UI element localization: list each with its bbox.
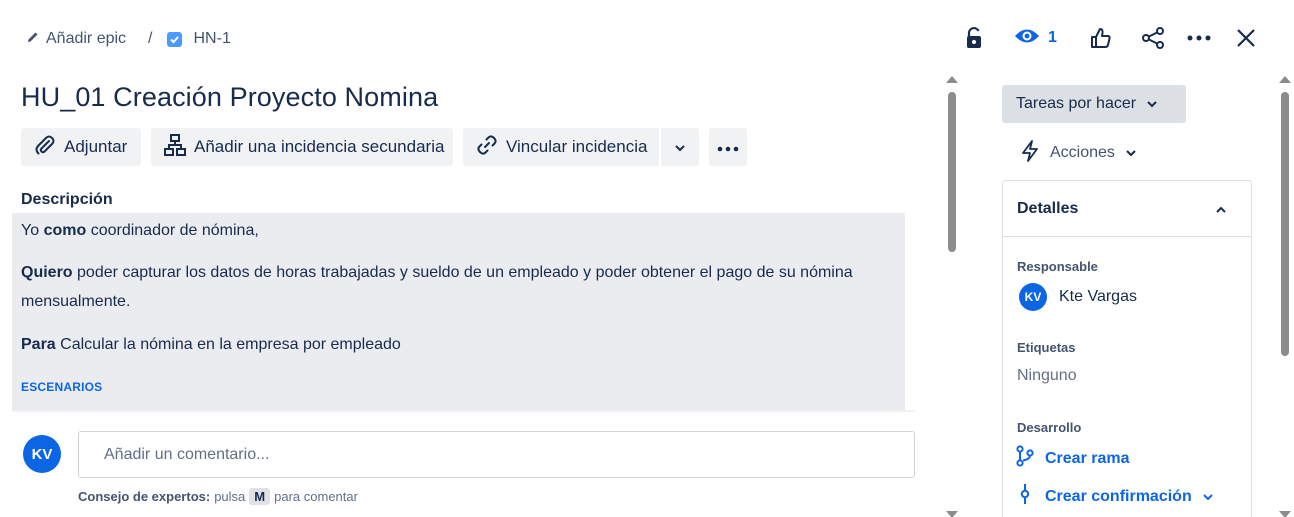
description-divider xyxy=(12,410,915,412)
chevron-down-icon xyxy=(674,137,686,157)
chevron-down-icon xyxy=(1125,144,1137,162)
text-line3-rest: Calcular la nómina en la empresa por emp… xyxy=(60,336,401,353)
tip-post: para comentar xyxy=(274,489,358,504)
attach-button[interactable]: Adjuntar xyxy=(21,128,141,166)
assignee-label: Responsable xyxy=(1017,259,1098,274)
text-yo: Yo xyxy=(21,222,40,239)
link-issue-label: Vincular incidencia xyxy=(506,137,648,156)
chevron-down-icon xyxy=(1146,95,1158,113)
tip-pre: pulsa xyxy=(214,489,246,504)
hierarchy-icon xyxy=(164,133,186,161)
more-icon xyxy=(717,137,739,157)
text-line2-rest: poder capturar los datos de horas trabaj… xyxy=(77,264,853,281)
close-icon[interactable] xyxy=(1232,22,1260,54)
create-branch-label: Crear rama xyxy=(1045,449,1130,467)
description-content[interactable]: Yo como coordinador de nómina, Quiero po… xyxy=(12,213,905,410)
actions-button[interactable]: Acciones xyxy=(1020,139,1137,167)
scroll-thumb[interactable] xyxy=(1281,92,1289,356)
labels-value[interactable]: Ninguno xyxy=(1017,367,1077,385)
breadcrumb: Añadir epic / HN-1 xyxy=(26,28,231,50)
create-branch-link[interactable]: Crear rama xyxy=(1015,445,1130,472)
avatar: KV xyxy=(1019,283,1047,311)
link-issue-button[interactable]: Vincular incidencia xyxy=(463,128,659,166)
scroll-up-icon[interactable] xyxy=(946,76,958,83)
scenarios-heading: ESCENARIOS xyxy=(21,380,103,394)
details-header[interactable]: Detalles xyxy=(1003,181,1251,237)
text-line1-rest: coordinador de nómina, xyxy=(90,222,259,239)
watchers-count: 1 xyxy=(1048,29,1057,46)
create-commit-link[interactable]: Crear confirmación xyxy=(1015,483,1214,510)
scroll-down-icon[interactable] xyxy=(1279,511,1291,517)
status-dropdown[interactable]: Tareas por hacer xyxy=(1002,85,1186,123)
share-icon[interactable] xyxy=(1138,22,1168,54)
chevron-up-icon[interactable] xyxy=(1215,201,1227,219)
description-heading: Descripción xyxy=(21,191,113,208)
status-label: Tareas por hacer xyxy=(1016,95,1137,112)
description-line-2: Quiero poder capturar los datos de horas… xyxy=(21,258,853,316)
text-para: Para xyxy=(21,336,56,353)
assignee-name: Kte Vargas xyxy=(1059,288,1137,305)
labels-label: Etiquetas xyxy=(1017,340,1076,355)
branch-icon xyxy=(1015,445,1035,472)
comment-tip: Consejo de expertos: pulsa M para coment… xyxy=(78,488,358,505)
text-quiero: Quiero xyxy=(21,264,73,281)
chevron-down-icon xyxy=(1202,488,1214,506)
actions-label: Acciones xyxy=(1050,144,1115,161)
issue-key-link[interactable]: HN-1 xyxy=(166,30,231,48)
pencil-icon xyxy=(26,30,40,49)
add-epic-label: Añadir epic xyxy=(46,30,127,47)
breadcrumb-separator: / xyxy=(148,30,153,47)
eye-icon xyxy=(1014,27,1040,50)
scroll-down-icon[interactable] xyxy=(946,511,958,517)
paperclip-icon xyxy=(34,134,56,161)
details-panel: Detalles Responsable KV Kte Vargas Etiqu… xyxy=(1002,180,1252,517)
link-icon xyxy=(476,134,498,161)
tip-bold: Consejo de expertos: xyxy=(78,489,211,504)
add-epic-link[interactable]: Añadir epic xyxy=(26,30,126,49)
more-icon[interactable] xyxy=(1184,22,1214,54)
text-line2-cont: mensualmente. xyxy=(21,293,131,310)
avatar: KV xyxy=(23,435,61,473)
lock-icon[interactable] xyxy=(960,22,988,54)
watch-button[interactable]: 1 xyxy=(1014,22,1064,54)
issue-key: HN-1 xyxy=(193,30,231,47)
development-label: Desarrollo xyxy=(1017,420,1082,435)
comment-input[interactable]: Añadir un comentario... xyxy=(78,431,915,478)
description-line-1: Yo como coordinador de nómina, xyxy=(21,216,259,245)
more-actions-button[interactable] xyxy=(709,128,747,166)
add-child-issue-button[interactable]: Añadir una incidencia secundaria xyxy=(151,128,453,166)
description-line-3: Para Calcular la nómina en la empresa po… xyxy=(21,330,401,359)
text-como: como xyxy=(43,222,87,239)
add-child-label: Añadir una incidencia secundaria xyxy=(194,137,445,156)
create-commit-label: Crear confirmación xyxy=(1045,487,1192,505)
attach-label: Adjuntar xyxy=(64,137,128,156)
keyboard-shortcut-key: M xyxy=(249,488,271,505)
scroll-thumb[interactable] xyxy=(948,92,956,252)
details-title: Detalles xyxy=(1017,199,1079,217)
task-checkbox-icon xyxy=(166,31,182,47)
thumbs-up-icon[interactable] xyxy=(1086,22,1116,54)
commit-icon xyxy=(1015,483,1035,510)
lightning-icon xyxy=(1020,139,1040,167)
issue-title[interactable]: HU_01 Creación Proyecto Nomina xyxy=(21,82,438,113)
link-options-dropdown[interactable] xyxy=(661,128,699,166)
assignee-field[interactable]: KV Kte Vargas xyxy=(1019,283,1137,311)
scroll-up-icon[interactable] xyxy=(1279,76,1291,83)
